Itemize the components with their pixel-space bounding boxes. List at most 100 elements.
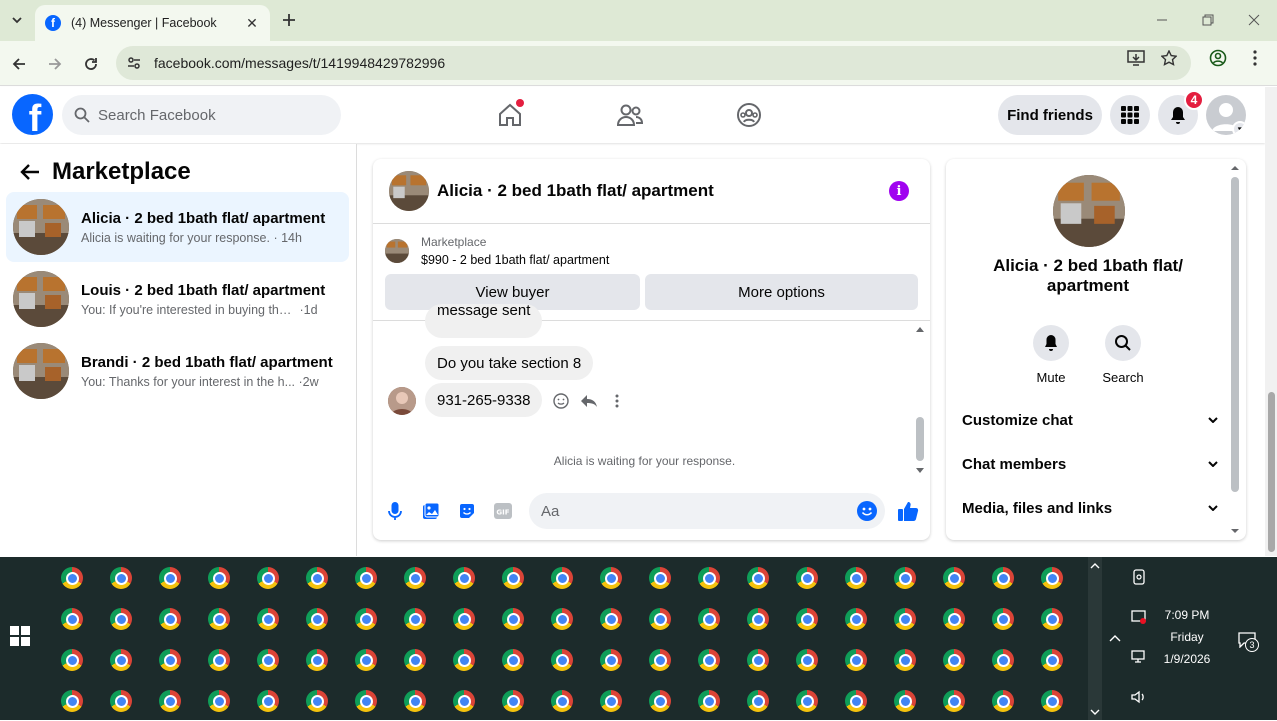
reload-icon[interactable]: [79, 52, 103, 76]
taskbar-app-icon[interactable]: [881, 640, 929, 680]
screen-capture-icon[interactable]: [1129, 567, 1149, 587]
reply-icon[interactable]: [579, 389, 599, 413]
taskbar-app-icon[interactable]: [587, 558, 635, 598]
volume-icon[interactable]: [1129, 687, 1149, 707]
taskbar-app-icon[interactable]: [881, 558, 929, 598]
taskbar-app-icon[interactable]: [636, 640, 684, 680]
chat-thumbnail[interactable]: [389, 171, 429, 211]
taskbar-app-icon[interactable]: [244, 640, 292, 680]
taskbar-app-icon[interactable]: [146, 681, 194, 721]
message-input[interactable]: [541, 502, 841, 520]
new-tab-icon[interactable]: [279, 10, 299, 30]
taskbar-app-icon[interactable]: [342, 558, 390, 598]
taskbar-app-icon[interactable]: [538, 599, 586, 639]
message-input-box[interactable]: [529, 493, 885, 529]
taskbar-app-icon[interactable]: [195, 558, 243, 598]
find-friends-button[interactable]: Find friends: [998, 95, 1102, 135]
taskbar-app-icon[interactable]: [685, 640, 733, 680]
taskbar-app-icon[interactable]: [685, 558, 733, 598]
taskbar-app-icon[interactable]: [979, 681, 1027, 721]
taskbar-app-icon[interactable]: [1028, 599, 1076, 639]
close-tab-icon[interactable]: ✕: [244, 15, 260, 31]
taskbar-app-icon[interactable]: [783, 599, 831, 639]
taskbar-app-icon[interactable]: [48, 640, 96, 680]
chat-scrollbar[interactable]: [914, 321, 926, 473]
address-bar[interactable]: facebook.com/messages/t/1419948429782996: [116, 46, 1191, 80]
taskbar-app-icon[interactable]: [97, 640, 145, 680]
account-avatar[interactable]: ▾: [1206, 95, 1246, 135]
taskbar-app-icon[interactable]: [195, 599, 243, 639]
chrome-menu-icon[interactable]: [1245, 48, 1265, 68]
taskbar-app-icon[interactable]: [48, 681, 96, 721]
taskbar-app-icon[interactable]: [979, 558, 1027, 598]
taskbar-app-icon[interactable]: [489, 558, 537, 598]
close-window-icon[interactable]: [1242, 8, 1266, 32]
taskbar-app-icon[interactable]: [195, 640, 243, 680]
taskbar-app-icon[interactable]: [440, 640, 488, 680]
taskbar-app-icon[interactable]: [734, 681, 782, 721]
react-emoji-icon[interactable]: [551, 389, 571, 413]
taskbar-app-icon[interactable]: [342, 640, 390, 680]
taskbar-app-icon[interactable]: [97, 599, 145, 639]
taskbar-app-icon[interactable]: [930, 558, 978, 598]
browser-tab-messenger[interactable]: f (4) Messenger | Facebook ✕: [35, 5, 270, 41]
more-options-button[interactable]: More options: [645, 274, 918, 310]
taskbar-app-icon[interactable]: [587, 599, 635, 639]
taskbar-app-icon[interactable]: [391, 681, 439, 721]
taskbar-app-icon[interactable]: [146, 599, 194, 639]
taskbar-app-icon[interactable]: [587, 640, 635, 680]
profile-thumbnail[interactable]: [1053, 175, 1125, 247]
chat-members-row[interactable]: Chat members: [962, 444, 1218, 484]
taskbar-app-icon[interactable]: [293, 558, 341, 598]
taskbar-app-icon[interactable]: [391, 640, 439, 680]
show-hidden-icons-icon[interactable]: [1105, 628, 1125, 648]
taskbar-app-icon[interactable]: [636, 599, 684, 639]
taskbar-app-icon[interactable]: [783, 681, 831, 721]
taskbar-app-icon[interactable]: [636, 558, 684, 598]
taskbar-app-icon[interactable]: [832, 681, 880, 721]
info-panel-scrollbar[interactable]: [1230, 159, 1240, 540]
minimize-window-icon[interactable]: [1150, 8, 1174, 32]
groups-icon[interactable]: [731, 97, 767, 133]
taskbar-app-icon[interactable]: [97, 681, 145, 721]
home-icon[interactable]: [492, 97, 528, 133]
back-icon[interactable]: [7, 52, 31, 76]
taskbar-app-icon[interactable]: [979, 599, 1027, 639]
site-settings-icon[interactable]: [126, 55, 142, 71]
mute-button[interactable]: Mute: [1021, 325, 1081, 385]
taskbar-scrollbar[interactable]: [1088, 557, 1102, 720]
facebook-search[interactable]: [62, 95, 341, 135]
facebook-logo-icon[interactable]: f: [12, 94, 53, 135]
taskbar-app-icon[interactable]: [342, 599, 390, 639]
taskbar-app-icon[interactable]: [391, 558, 439, 598]
taskbar-app-icon[interactable]: [685, 681, 733, 721]
emoji-icon[interactable]: [857, 501, 877, 521]
info-icon[interactable]: i: [889, 181, 909, 201]
taskbar-app-icon[interactable]: [293, 681, 341, 721]
friends-icon[interactable]: [612, 97, 648, 133]
taskbar-app-icon[interactable]: [930, 640, 978, 680]
windows-start-icon[interactable]: [10, 626, 32, 648]
sender-avatar[interactable]: [388, 387, 416, 415]
taskbar-app-icon[interactable]: [244, 599, 292, 639]
message-bubble[interactable]: message sent: [425, 302, 543, 338]
taskbar-app-icon[interactable]: [440, 599, 488, 639]
profile-icon[interactable]: [1208, 48, 1228, 68]
taskbar-app-icon[interactable]: [146, 640, 194, 680]
taskbar-app-icon[interactable]: [489, 681, 537, 721]
taskbar-app-icon[interactable]: [881, 681, 929, 721]
menu-grid-icon[interactable]: [1110, 95, 1150, 135]
taskbar-app-icon[interactable]: [587, 681, 635, 721]
notification-center-icon[interactable]: 3: [1235, 630, 1259, 652]
taskbar-app-icon[interactable]: [832, 640, 880, 680]
taskbar-app-icon[interactable]: [1028, 640, 1076, 680]
taskbar-app-icon[interactable]: [538, 558, 586, 598]
taskbar-app-icon[interactable]: [538, 640, 586, 680]
thumbs-up-icon[interactable]: [896, 499, 920, 523]
tab-search-dropdown-icon[interactable]: [6, 9, 28, 31]
taskbar-app-icon[interactable]: [832, 558, 880, 598]
chat-title[interactable]: Alicia · 2 bed 1bath flat/ apartment: [437, 181, 714, 201]
search-conversation-button[interactable]: Search: [1093, 325, 1153, 385]
taskbar-app-icon[interactable]: [97, 558, 145, 598]
taskbar-app-icon[interactable]: [1028, 558, 1076, 598]
